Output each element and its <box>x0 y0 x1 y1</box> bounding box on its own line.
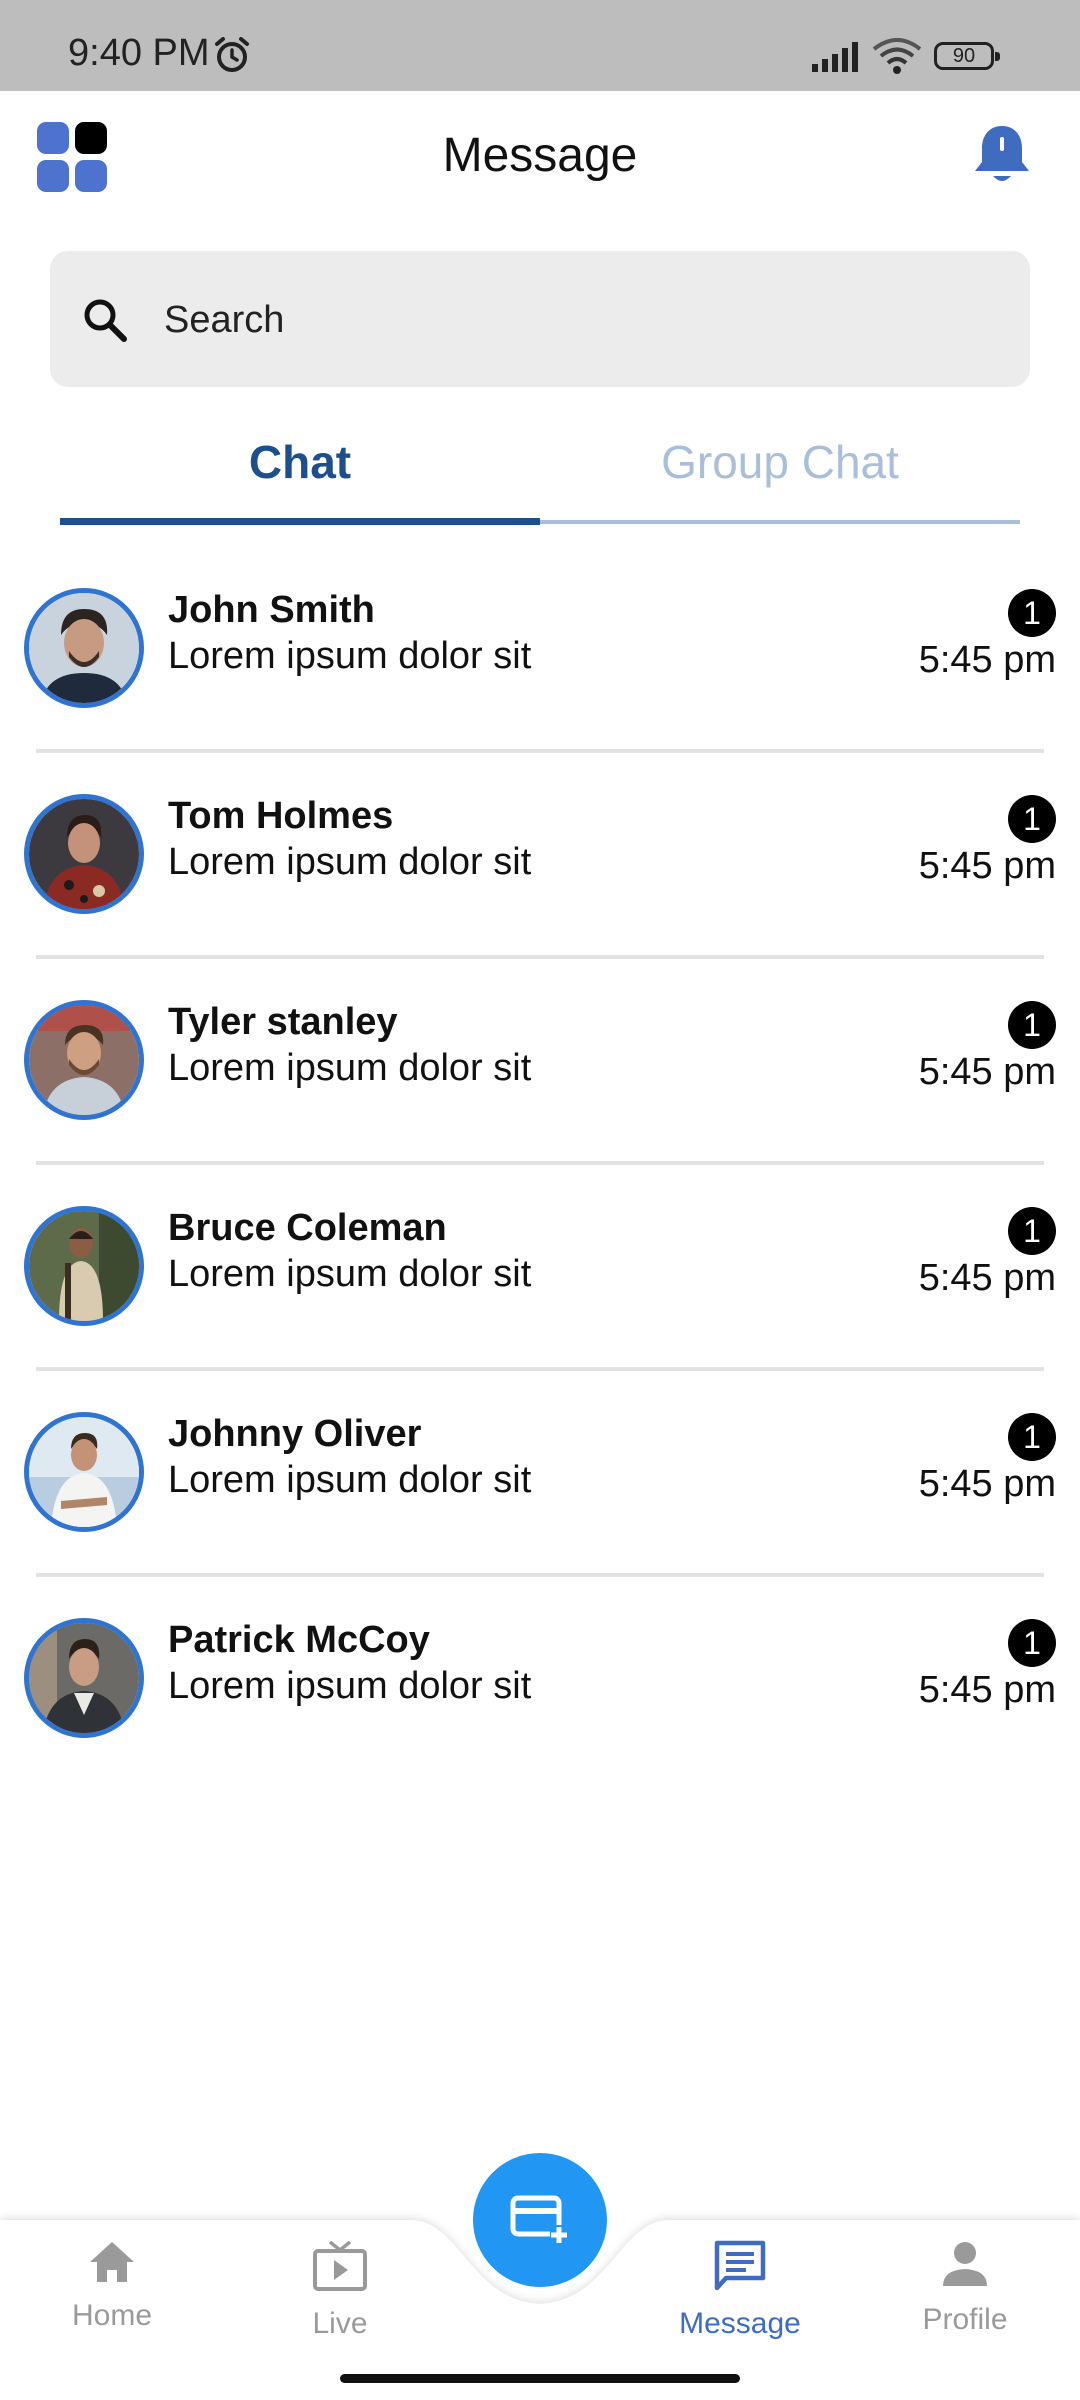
search-bar[interactable] <box>50 251 1030 389</box>
message-time: 5:45 pm <box>918 639 1056 681</box>
unread-badge: 1 <box>1008 795 1056 843</box>
page-title: Message <box>442 129 638 182</box>
chat-item[interactable]: John Smith Lorem ipsum dolor sit 1 5:45 … <box>0 575 1080 781</box>
chat-item[interactable]: Tom Holmes Lorem ipsum dolor sit 1 5:45 … <box>0 781 1080 987</box>
avatar[interactable] <box>24 1206 144 1326</box>
message-preview: Lorem ipsum dolor sit <box>168 1253 532 1295</box>
tab-group-chat[interactable]: Group Chat <box>540 435 1020 489</box>
tab-indicator-active <box>60 518 540 525</box>
divider <box>36 749 1044 753</box>
chat-list: John Smith Lorem ipsum dolor sit 1 5:45 … <box>0 575 1080 1811</box>
nav-label: Message <box>679 2307 801 2340</box>
nav-live[interactable]: Live <box>260 2240 420 2341</box>
message-preview: Lorem ipsum dolor sit <box>168 1047 532 1089</box>
contact-name: Patrick McCoy <box>168 1619 430 1661</box>
tab-indicator-inactive <box>540 520 1020 524</box>
message-time: 5:45 pm <box>918 845 1056 887</box>
chat-item[interactable]: Johnny Oliver Lorem ipsum dolor sit 1 5:… <box>0 1399 1080 1605</box>
avatar[interactable] <box>24 588 144 708</box>
message-preview: Lorem ipsum dolor sit <box>168 1665 532 1707</box>
nav-label: Home <box>71 2299 153 2332</box>
search-input[interactable] <box>162 251 986 389</box>
notification-bell-icon[interactable] <box>970 122 1034 193</box>
message-icon <box>714 2240 766 2296</box>
nav-home[interactable]: Home <box>32 2240 192 2333</box>
message-time: 5:45 pm <box>918 1051 1056 1093</box>
new-card-icon <box>510 2193 570 2252</box>
divider <box>36 1573 1044 1577</box>
battery-indicator: 90 <box>934 42 1000 70</box>
contact-name: John Smith <box>168 589 375 631</box>
unread-badge: 1 <box>1008 589 1056 637</box>
message-preview: Lorem ipsum dolor sit <box>168 635 532 677</box>
contact-name: Johnny Oliver <box>168 1413 422 1455</box>
contact-name: Tom Holmes <box>168 795 394 837</box>
unread-badge: 1 <box>1008 1413 1056 1461</box>
chat-item[interactable]: Bruce Coleman Lorem ipsum dolor sit 1 5:… <box>0 1193 1080 1399</box>
message-time: 5:45 pm <box>918 1463 1056 1505</box>
tv-icon <box>312 2240 368 2296</box>
message-time: 5:45 pm <box>918 1257 1056 1299</box>
avatar[interactable] <box>24 1412 144 1532</box>
nav-message[interactable]: Message <box>660 2240 820 2341</box>
unread-badge: 1 <box>1008 1619 1056 1667</box>
home-icon <box>88 2242 136 2288</box>
unread-badge: 1 <box>1008 1001 1056 1049</box>
tab-chat[interactable]: Chat <box>60 435 540 489</box>
unread-badge: 1 <box>1008 1207 1056 1255</box>
nav-label: Profile <box>922 2303 1008 2336</box>
contact-name: Tyler stanley <box>168 1001 398 1043</box>
status-time: 9:40 PM <box>68 32 210 74</box>
avatar[interactable] <box>24 1000 144 1120</box>
search-icon <box>80 295 130 350</box>
message-preview: Lorem ipsum dolor sit <box>168 841 532 883</box>
divider <box>36 1161 1044 1165</box>
message-time: 5:45 pm <box>918 1669 1056 1711</box>
nav-profile[interactable]: Profile <box>885 2240 1045 2337</box>
contact-name: Bruce Coleman <box>168 1207 447 1249</box>
avatar[interactable] <box>24 1618 144 1738</box>
avatar[interactable] <box>24 794 144 914</box>
person-icon <box>941 2242 989 2292</box>
message-preview: Lorem ipsum dolor sit <box>168 1459 532 1501</box>
divider <box>36 955 1044 959</box>
nav-label: Live <box>312 2307 368 2340</box>
chat-item[interactable]: Patrick McCoy Lorem ipsum dolor sit 1 5:… <box>0 1605 1080 1811</box>
divider <box>36 1367 1044 1371</box>
new-chat-fab-button[interactable] <box>473 2153 607 2287</box>
wifi-icon <box>872 38 922 79</box>
signal-icon <box>812 42 862 77</box>
chat-item[interactable]: Tyler stanley Lorem ipsum dolor sit 1 5:… <box>0 987 1080 1193</box>
alarm-icon <box>212 35 252 80</box>
home-indicator[interactable] <box>340 2374 740 2383</box>
status-bar: 9:40 PM 90 <box>0 0 1080 91</box>
